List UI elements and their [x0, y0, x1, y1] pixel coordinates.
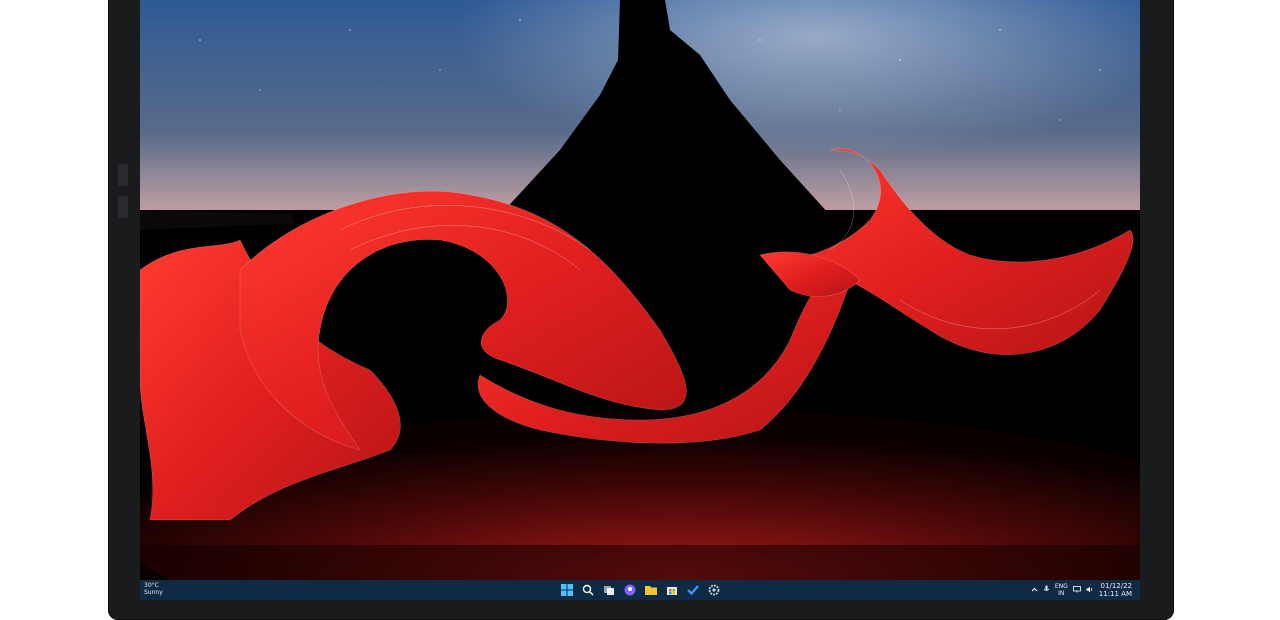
- language-code: ENG: [1054, 583, 1068, 590]
- system-tray: ENG IN 01/12/22 11:11 AM: [1031, 580, 1140, 600]
- store-icon[interactable]: [665, 583, 679, 597]
- todo-icon[interactable]: [686, 583, 700, 597]
- language-indicator[interactable]: ENG IN: [1055, 583, 1068, 597]
- chevron-up-icon[interactable]: [1031, 586, 1038, 595]
- screen: 30°C Sunny ENG IN 01/12/22 11:11 AM: [140, 0, 1140, 600]
- display-icon[interactable]: [1072, 585, 1081, 595]
- file-explorer-icon[interactable]: [644, 583, 658, 597]
- side-button: [118, 164, 128, 186]
- task-view-icon[interactable]: [602, 583, 616, 597]
- microphone-icon[interactable]: [1043, 585, 1050, 595]
- taskbar-apps: [140, 580, 1140, 600]
- search-icon[interactable]: [581, 583, 595, 597]
- windows-start-icon[interactable]: [560, 583, 574, 597]
- date: 01/12/22: [1100, 582, 1132, 590]
- volume-icon[interactable]: [1086, 586, 1094, 595]
- settings-icon[interactable]: [707, 583, 721, 597]
- desktop-wallpaper: [140, 0, 1140, 580]
- time: 11:11 AM: [1098, 590, 1132, 598]
- chat-icon[interactable]: [623, 583, 637, 597]
- clock[interactable]: 01/12/22 11:11 AM: [1099, 582, 1132, 598]
- side-button: [118, 196, 128, 218]
- region-code: IN: [1058, 590, 1065, 597]
- taskbar: 30°C Sunny ENG IN 01/12/22 11:11 AM: [140, 580, 1140, 600]
